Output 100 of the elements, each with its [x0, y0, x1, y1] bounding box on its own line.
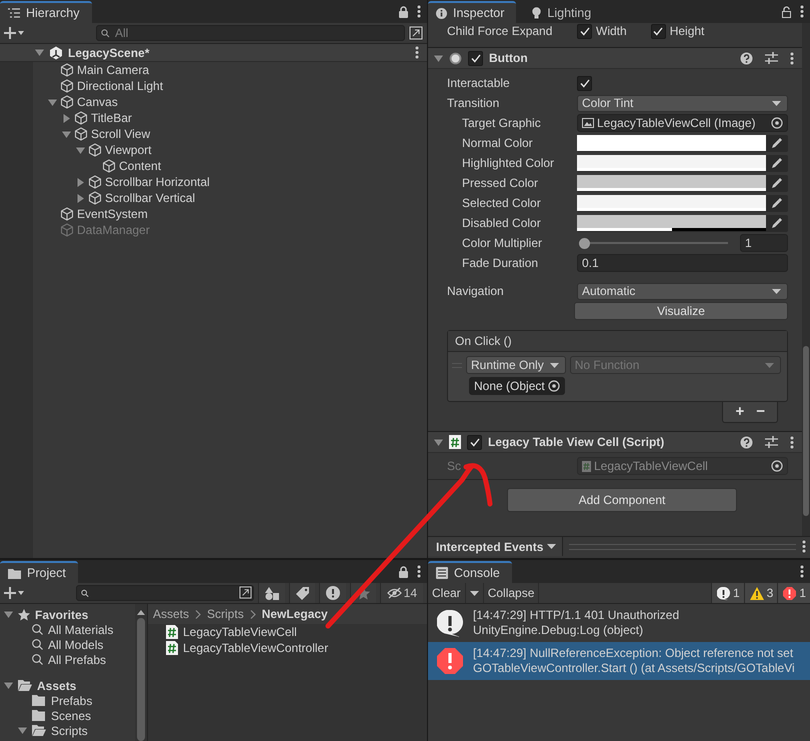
project-tab[interactable]: Project — [0, 561, 78, 583]
checkbox[interactable] — [468, 50, 483, 66]
expanded-arrow-icon[interactable] — [76, 146, 85, 154]
breadcrumb-link[interactable]: Assets — [153, 607, 190, 621]
lock-icon[interactable] — [398, 6, 409, 18]
lock-icon[interactable] — [398, 566, 409, 578]
dropdown[interactable]: Runtime Only — [466, 356, 566, 374]
hierarchy-tab[interactable]: Hierarchy — [0, 1, 92, 23]
visualize-button[interactable]: Visualize — [574, 302, 788, 320]
color-swatch[interactable] — [577, 195, 766, 211]
hierarchy-item[interactable]: Canvas — [0, 94, 427, 110]
panel-tab[interactable]: Lighting — [524, 3, 604, 23]
color-swatch[interactable] — [577, 135, 766, 151]
expanded-arrow-icon[interactable] — [35, 48, 44, 57]
add-button[interactable]: + — [731, 403, 748, 420]
resize-handle[interactable] — [569, 544, 796, 550]
log-entry[interactable]: [14:47:29] HTTP/1.1 401 Unauthorized UnityEngine.Debug:Log (object) — [428, 604, 810, 642]
console-tab[interactable]: Console — [428, 561, 512, 583]
remove-button[interactable]: − — [752, 403, 769, 420]
scrollbar[interactable] — [135, 604, 147, 741]
log-count-toggle[interactable]: 3 — [744, 583, 778, 603]
expanded-arrow-icon[interactable] — [434, 54, 443, 62]
object-picker-icon[interactable] — [548, 380, 560, 392]
popout-icon[interactable] — [409, 26, 423, 40]
number-field[interactable]: 1 — [740, 234, 788, 252]
breadcrumb-link[interactable]: NewLegacy — [262, 607, 328, 621]
warning-filter-button[interactable] — [318, 583, 346, 603]
eyedropper-icon[interactable] — [771, 137, 783, 149]
expanded-arrow-icon[interactable] — [4, 610, 13, 619]
log-entry[interactable]: [14:47:29] NullReferenceException: Object reference not set GOTableViewController.Start () (at Assets/Scripts/GOTableVi — [428, 642, 810, 680]
hierarchy-item[interactable]: Scrollbar Vertical — [0, 190, 427, 206]
panel-tab[interactable]: Inspector — [428, 1, 516, 23]
hierarchy-item[interactable]: Content — [0, 158, 427, 174]
checkbox[interactable] — [467, 434, 482, 450]
add-component-button[interactable]: Add Component — [507, 488, 737, 512]
more-icon[interactable] — [790, 436, 794, 448]
tree-item[interactable]: All Materials — [48, 622, 114, 636]
presets-icon[interactable] — [765, 52, 778, 64]
log-count-toggle[interactable]: 1 — [777, 583, 810, 603]
tree-item[interactable]: Scripts — [51, 724, 88, 738]
tree-item[interactable]: All Models — [48, 638, 104, 652]
hierarchy-item[interactable]: Main Camera — [0, 62, 427, 78]
eyedropper-icon[interactable] — [771, 157, 783, 169]
more-icon[interactable] — [800, 5, 804, 18]
search-field[interactable]: All — [96, 25, 405, 41]
help-icon[interactable] — [740, 52, 753, 64]
intercepted-events-dropdown[interactable]: Intercepted Events — [428, 537, 564, 556]
lock-icon[interactable] — [781, 6, 792, 18]
scrollbar[interactable] — [802, 23, 810, 536]
log-count-toggle[interactable]: 1 — [710, 583, 744, 603]
hierarchy-item[interactable]: TitleBar — [0, 110, 427, 126]
more-icon[interactable] — [417, 5, 421, 18]
clear-button[interactable]: Clear — [428, 583, 466, 603]
collapsed-arrow-icon[interactable] — [76, 178, 85, 186]
object-field[interactable]: LegacyTableViewCell (Image) — [577, 114, 788, 132]
expanded-arrow-icon[interactable] — [48, 98, 57, 106]
file-item[interactable]: LegacyTableViewCell — [183, 625, 297, 639]
object-field[interactable]: None (Object — [469, 377, 565, 395]
color-swatch[interactable] — [577, 155, 766, 171]
color-swatch[interactable] — [577, 175, 766, 191]
scene-name[interactable]: LegacyScene* — [68, 46, 150, 60]
search-field[interactable] — [76, 585, 254, 601]
presets-icon[interactable] — [765, 436, 778, 448]
hierarchy-item[interactable]: Viewport — [0, 142, 427, 158]
object-picker-icon[interactable] — [771, 117, 783, 129]
tree-item[interactable]: Assets — [37, 678, 76, 692]
checkbox[interactable] — [577, 24, 592, 38]
breadcrumb-link[interactable]: Scripts — [207, 607, 244, 621]
collapsed-arrow-icon[interactable] — [62, 114, 71, 122]
label-filter-button[interactable] — [288, 583, 315, 603]
checkbox[interactable] — [650, 24, 666, 38]
more-icon[interactable] — [415, 46, 419, 59]
more-icon[interactable] — [802, 540, 806, 553]
expanded-arrow-icon[interactable] — [4, 681, 13, 690]
hidden-packages-button[interactable]: 14 — [380, 583, 423, 603]
expanded-arrow-icon[interactable] — [18, 726, 27, 735]
help-icon[interactable] — [740, 436, 753, 448]
dropdown[interactable]: Automatic — [577, 282, 788, 300]
file-item[interactable]: LegacyTableViewController — [183, 641, 328, 655]
collapsed-arrow-icon[interactable] — [76, 194, 85, 202]
hierarchy-item[interactable]: Directional Light — [0, 78, 427, 94]
more-icon[interactable] — [417, 565, 421, 578]
collapse-button[interactable]: Collapse — [484, 583, 540, 603]
more-icon[interactable] — [800, 565, 804, 578]
tree-item[interactable]: Favorites — [35, 608, 88, 622]
color-swatch[interactable] — [577, 215, 766, 231]
tree-item[interactable]: Scenes — [51, 708, 92, 722]
hierarchy-item[interactable]: EventSystem — [0, 206, 427, 222]
type-filter-button[interactable] — [258, 583, 285, 603]
expanded-arrow-icon[interactable] — [62, 130, 71, 138]
eyedropper-icon[interactable] — [771, 197, 783, 209]
expanded-arrow-icon[interactable] — [434, 438, 443, 446]
eyedropper-icon[interactable] — [771, 217, 783, 229]
scroll-up-icon[interactable] — [137, 610, 145, 615]
more-icon[interactable] — [790, 52, 794, 64]
number-field[interactable]: 0.1 — [577, 254, 788, 272]
hierarchy-item[interactable]: Scroll View — [0, 126, 427, 142]
hierarchy-item[interactable]: Scrollbar Horizontal — [0, 174, 427, 190]
popout-icon[interactable] — [238, 586, 252, 599]
tree-item[interactable]: All Prefabs — [48, 652, 106, 666]
